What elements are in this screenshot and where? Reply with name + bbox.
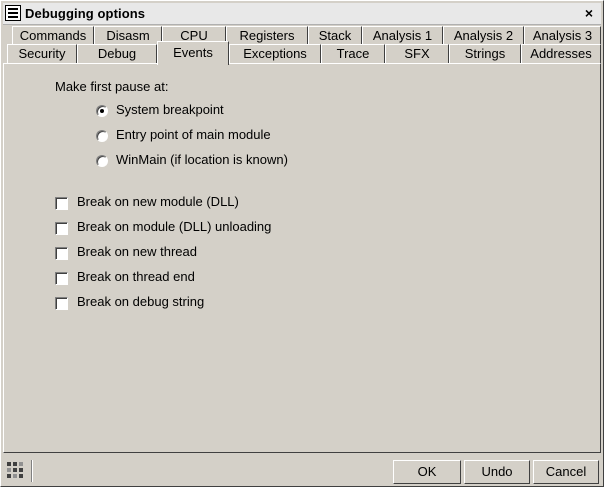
first-pause-label: Make first pause at:	[55, 79, 169, 94]
checkbox-break-thread-end-label[interactable]: Break on thread end	[77, 269, 195, 284]
tab-security[interactable]: Security	[7, 44, 77, 63]
title-bar[interactable]: Debugging options ×	[3, 3, 601, 25]
radio-system-breakpoint[interactable]	[96, 105, 108, 117]
checkbox-break-module-unloading-label[interactable]: Break on module (DLL) unloading	[77, 219, 271, 234]
tab-sfx[interactable]: SFX	[385, 44, 449, 63]
checkbox-break-debug-string[interactable]	[55, 297, 68, 310]
tab-analysis-3[interactable]: Analysis 3	[524, 26, 601, 45]
radio-winmain[interactable]	[96, 155, 108, 167]
radio-entry-point[interactable]	[96, 130, 108, 142]
debugging-options-window: Debugging options × Commands Disasm CPU …	[0, 0, 604, 487]
close-icon[interactable]: ×	[581, 5, 597, 21]
undo-button[interactable]: Undo	[464, 460, 530, 484]
tab-exceptions[interactable]: Exceptions	[229, 44, 321, 63]
checkbox-break-thread-end[interactable]	[55, 272, 68, 285]
tab-registers[interactable]: Registers	[226, 26, 308, 45]
radio-system-breakpoint-label[interactable]: System breakpoint	[116, 102, 224, 117]
tab-analysis-2[interactable]: Analysis 2	[443, 26, 524, 45]
radio-winmain-label[interactable]: WinMain (if location is known)	[116, 152, 288, 167]
tab-strings[interactable]: Strings	[449, 44, 521, 63]
window-title: Debugging options	[25, 6, 146, 21]
checkbox-break-new-thread-label[interactable]: Break on new thread	[77, 244, 197, 259]
tab-trace[interactable]: Trace	[321, 44, 385, 63]
grid-icon[interactable]	[7, 462, 25, 480]
tab-row-1: Commands Disasm CPU Registers Stack Anal…	[3, 26, 603, 46]
cancel-button[interactable]: Cancel	[533, 460, 599, 484]
tab-stack[interactable]: Stack	[308, 26, 362, 45]
radio-entry-point-label[interactable]: Entry point of main module	[116, 127, 271, 142]
events-panel: Make first pause at: System breakpoint E…	[3, 63, 601, 453]
status-divider	[31, 460, 33, 482]
checkbox-break-new-module-label[interactable]: Break on new module (DLL)	[77, 194, 239, 209]
checkbox-break-module-unloading[interactable]	[55, 222, 68, 235]
tab-debug[interactable]: Debug	[77, 44, 157, 63]
tab-events[interactable]: Events	[157, 41, 229, 65]
ok-button[interactable]: OK	[393, 460, 461, 484]
tab-disasm[interactable]: Disasm	[94, 26, 162, 45]
tab-addresses[interactable]: Addresses	[521, 44, 601, 63]
checkbox-break-debug-string-label[interactable]: Break on debug string	[77, 294, 204, 309]
checkbox-break-new-module[interactable]	[55, 197, 68, 210]
list-icon	[5, 5, 21, 21]
checkbox-break-new-thread[interactable]	[55, 247, 68, 260]
tab-analysis-1[interactable]: Analysis 1	[362, 26, 443, 45]
tab-row-2: Security Debug Events Exceptions Trace S…	[3, 41, 603, 65]
button-bar: OK Undo Cancel	[3, 457, 601, 485]
tab-commands[interactable]: Commands	[12, 26, 94, 45]
